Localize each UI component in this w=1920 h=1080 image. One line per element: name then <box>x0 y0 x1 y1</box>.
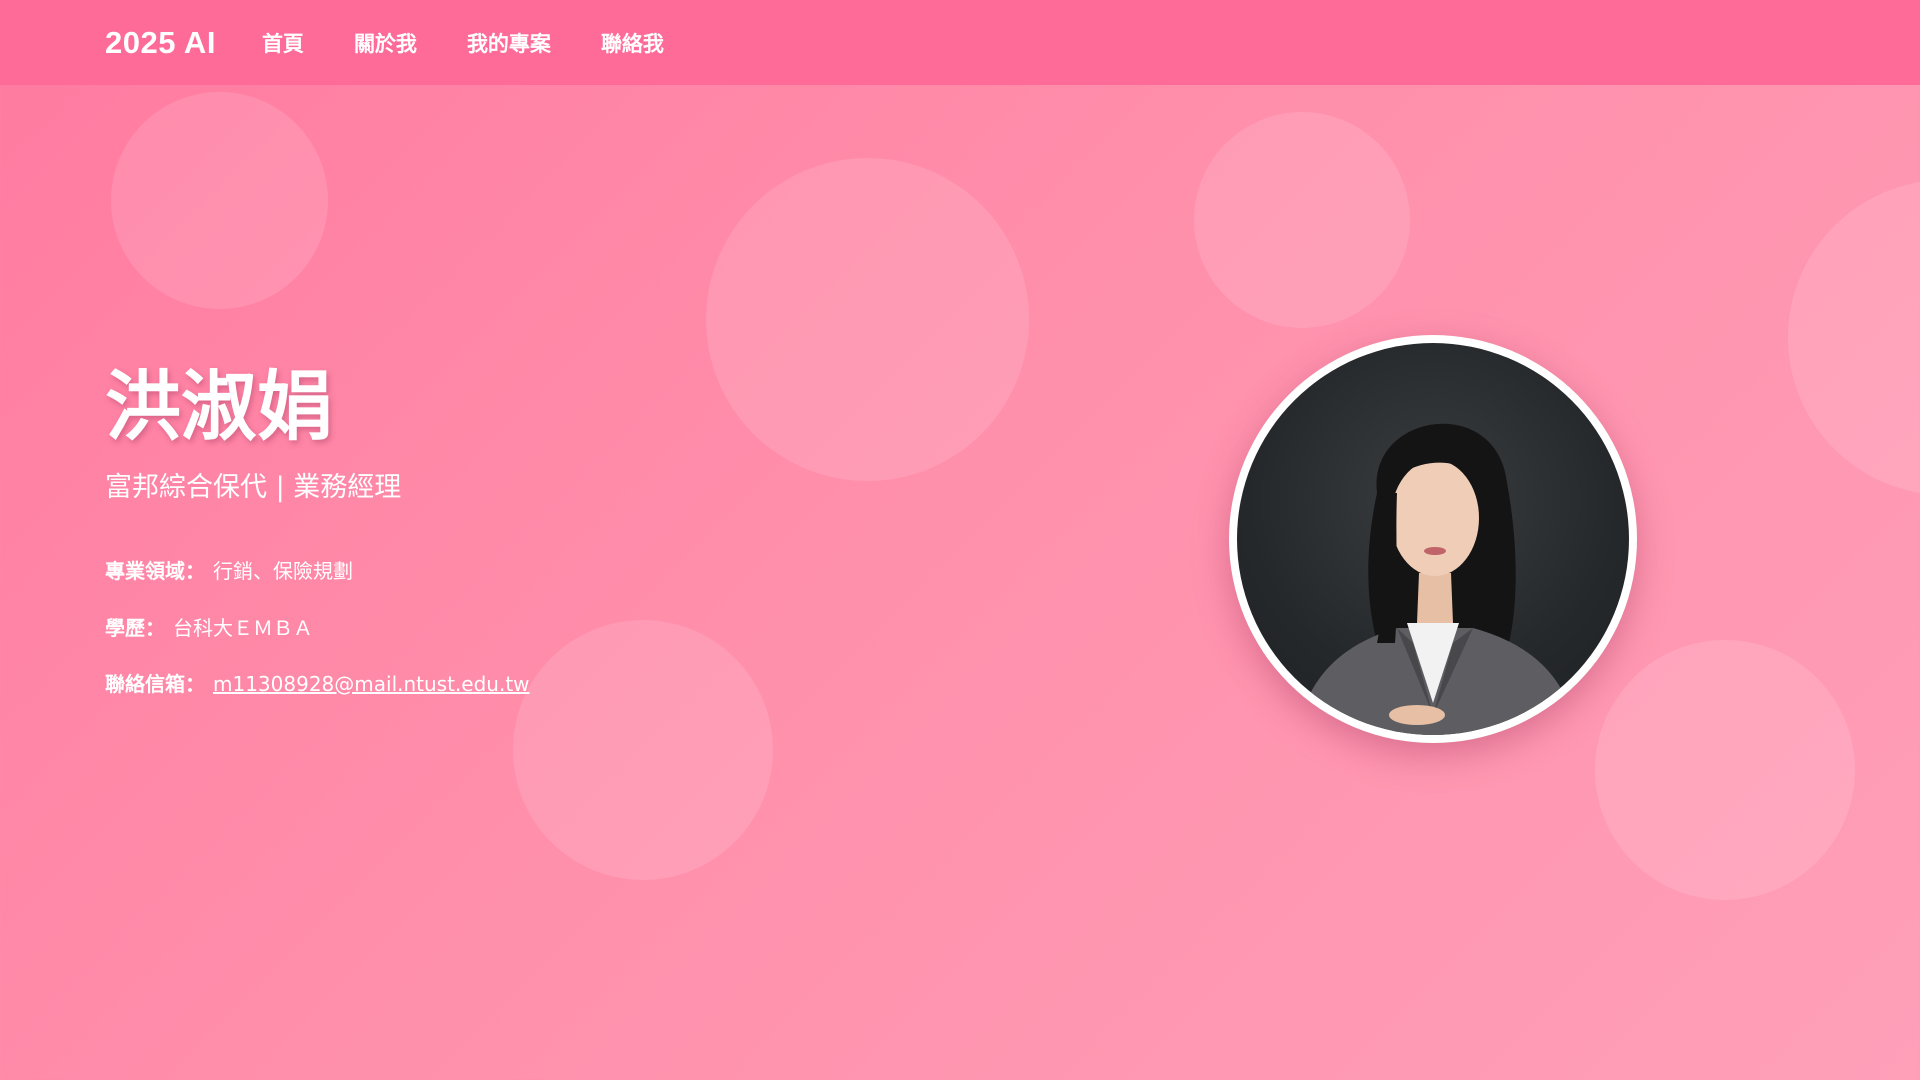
info-row-email: 聯絡信箱： m11308928@mail.ntust.edu.tw <box>105 668 530 697</box>
navbar: 2025 AI 首頁 關於我 我的專案 聯絡我 <box>0 0 1920 85</box>
nav-link-home[interactable]: 首頁 <box>262 28 304 58</box>
nav-link-contact[interactable]: 聯絡我 <box>601 28 664 58</box>
decorative-bubble <box>1194 112 1410 328</box>
nav-link-about[interactable]: 關於我 <box>354 28 417 58</box>
hero-name: 洪淑娟 <box>105 362 333 451</box>
info-value: 行銷、保險規劃 <box>213 559 353 583</box>
profile-photo <box>1237 343 1629 735</box>
info-value: 台科大ＥＭＢＡ <box>173 616 313 640</box>
info-label: 學歷： <box>105 616 165 640</box>
portrait-illustration <box>1297 423 1577 735</box>
profile-photo-frame <box>1229 335 1637 743</box>
info-row-education: 學歷： 台科大ＥＭＢＡ <box>105 612 313 641</box>
info-label: 聯絡信箱： <box>105 672 205 696</box>
info-label: 專業領域： <box>105 559 205 583</box>
hero-job-title: 富邦綜合保代 | 業務經理 <box>105 472 402 503</box>
decorative-bubble <box>513 620 773 880</box>
decorative-bubble <box>1788 180 1920 495</box>
brand-logo[interactable]: 2025 AI <box>105 25 216 61</box>
nav-link-projects[interactable]: 我的專案 <box>467 28 551 58</box>
decorative-bubble <box>706 158 1029 481</box>
info-row-expertise: 專業領域： 行銷、保險規劃 <box>105 555 353 584</box>
decorative-bubble <box>111 92 328 309</box>
email-link[interactable]: m11308928@mail.ntust.edu.tw <box>213 672 530 696</box>
decorative-bubble <box>1595 640 1855 900</box>
